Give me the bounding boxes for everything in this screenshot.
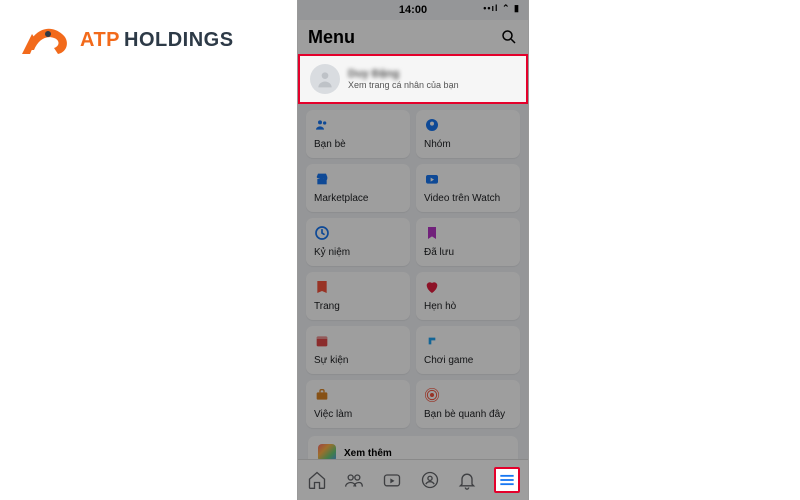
menu-grid: Bạn bè Nhóm Marketplace Video trên Watch Kỷ … bbox=[298, 104, 528, 434]
tab-notifications[interactable] bbox=[456, 469, 478, 491]
jobs-icon bbox=[314, 387, 330, 403]
gaming-icon bbox=[424, 333, 440, 349]
tile-friends[interactable]: Bạn bè bbox=[306, 110, 410, 158]
nearby-icon bbox=[424, 387, 440, 403]
tile-marketplace[interactable]: Marketplace bbox=[306, 164, 410, 212]
tile-groups[interactable]: Nhóm bbox=[416, 110, 520, 158]
tile-label: Nhóm bbox=[424, 139, 512, 150]
brand-holdings: HOLDINGS bbox=[124, 29, 234, 52]
tile-saved[interactable]: Đã lưu bbox=[416, 218, 520, 266]
events-icon bbox=[314, 333, 330, 349]
tile-label: Hẹn hò bbox=[424, 301, 512, 312]
atp-holdings-logo: ATP HOLDINGS bbox=[20, 20, 234, 60]
tile-label: Chơi game bbox=[424, 355, 512, 366]
tile-memories[interactable]: Kỷ niệm bbox=[306, 218, 410, 266]
tile-label: Việc làm bbox=[314, 409, 402, 420]
tile-pages[interactable]: Trang bbox=[306, 272, 410, 320]
status-icons: ••ıl ⌃ ▮ bbox=[483, 3, 520, 14]
watch-icon bbox=[424, 171, 440, 187]
search-icon[interactable] bbox=[500, 28, 518, 46]
tile-label: Bạn bè quanh đây bbox=[424, 409, 512, 420]
saved-icon bbox=[424, 225, 440, 241]
tab-groups[interactable] bbox=[419, 469, 441, 491]
profile-row[interactable]: Duy Đặng Xem trang cá nhân của bạn bbox=[298, 54, 528, 104]
logo-mark-icon bbox=[20, 20, 74, 60]
tile-dating[interactable]: Hẹn hò bbox=[416, 272, 520, 320]
brand-atp: ATP bbox=[80, 29, 120, 52]
tile-label: Kỷ niệm bbox=[314, 247, 402, 258]
profile-subtitle: Xem trang cá nhân của bạn bbox=[348, 80, 459, 90]
tile-events[interactable]: Sự kiện bbox=[306, 326, 410, 374]
tile-label: Sự kiện bbox=[314, 355, 402, 366]
status-bar: 14:00 ••ıl ⌃ ▮ bbox=[298, 0, 528, 20]
menu-title: Menu bbox=[308, 27, 355, 48]
groups-icon bbox=[424, 117, 440, 133]
tile-label: Video trên Watch bbox=[424, 193, 512, 204]
pages-icon bbox=[314, 279, 330, 295]
tile-label: Bạn bè bbox=[314, 139, 402, 150]
avatar bbox=[310, 64, 340, 94]
menu-header: Menu bbox=[298, 20, 528, 54]
tile-watch[interactable]: Video trên Watch bbox=[416, 164, 520, 212]
tab-watch[interactable] bbox=[381, 469, 403, 491]
profile-name: Duy Đặng bbox=[348, 68, 459, 80]
see-more-label: Xem thêm bbox=[344, 448, 392, 459]
tab-friends[interactable] bbox=[343, 469, 365, 491]
memories-icon bbox=[314, 225, 330, 241]
tab-menu[interactable] bbox=[494, 467, 520, 493]
dating-icon bbox=[424, 279, 440, 295]
friends-icon bbox=[314, 117, 330, 133]
tile-label: Trang bbox=[314, 301, 402, 312]
tile-gaming[interactable]: Chơi game bbox=[416, 326, 520, 374]
tile-label: Đã lưu bbox=[424, 247, 512, 258]
status-time: 14:00 bbox=[399, 4, 427, 16]
tile-label: Marketplace bbox=[314, 193, 402, 204]
marketplace-icon bbox=[314, 171, 330, 187]
tile-jobs[interactable]: Việc làm bbox=[306, 380, 410, 428]
tab-home[interactable] bbox=[306, 469, 328, 491]
tile-nearby[interactable]: Bạn bè quanh đây bbox=[416, 380, 520, 428]
phone-screenshot: 14:00 ••ıl ⌃ ▮ Menu Duy Đặng Xem trang c… bbox=[298, 0, 528, 500]
tab-bar bbox=[298, 459, 528, 500]
